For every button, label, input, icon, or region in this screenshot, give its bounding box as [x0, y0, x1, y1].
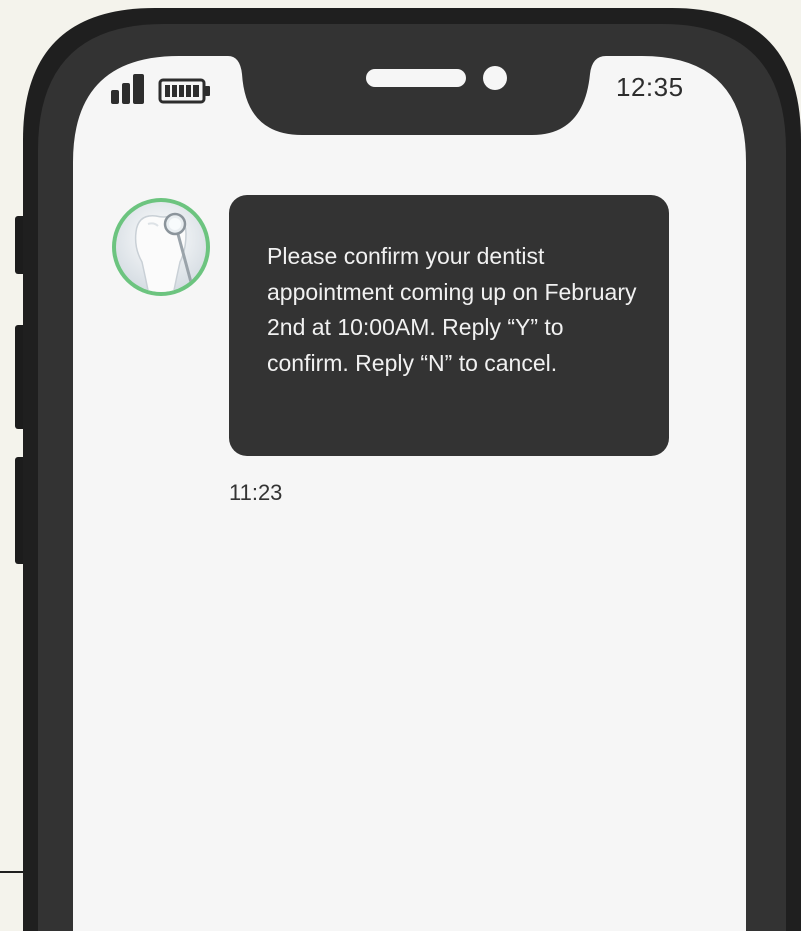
- phone-screen: [73, 56, 746, 931]
- status-bar-time: 12:35: [616, 72, 684, 102]
- sender-avatar[interactable]: [108, 194, 214, 300]
- speaker-grille: [366, 69, 466, 87]
- phone-mockup: 12:35 Please confirm your dentist appoin…: [0, 0, 801, 931]
- phone-frame: [0, 8, 801, 931]
- tooth-dental-mirror-icon: [112, 198, 210, 296]
- message-timestamp: 11:23: [229, 480, 283, 505]
- message-text: Please confirm your dentist appointment …: [267, 243, 637, 376]
- message-bubble[interactable]: Please confirm your dentist appointment …: [229, 195, 669, 456]
- front-camera: [483, 66, 507, 90]
